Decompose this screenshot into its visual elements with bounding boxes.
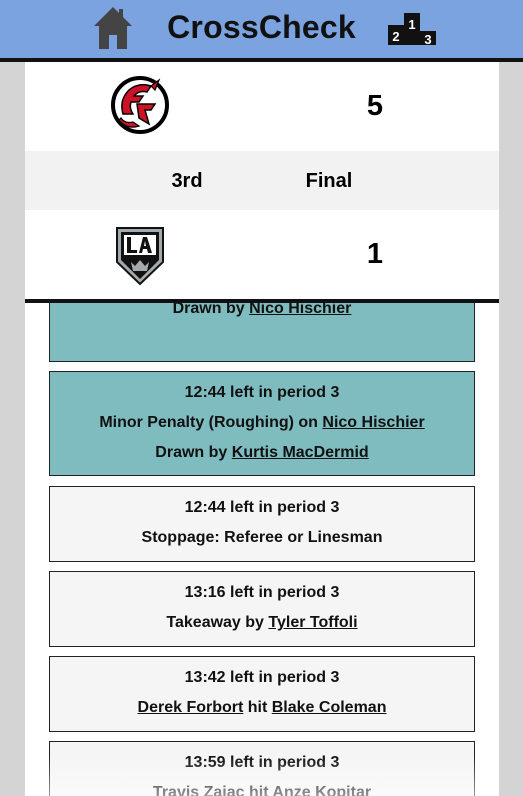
player-link[interactable]: Anze Kopitar: [272, 784, 371, 796]
event-time: 12:44 left in period 3: [50, 384, 474, 402]
player-link[interactable]: Travis Zajac: [153, 784, 245, 796]
play-by-play-feed[interactable]: Minor Penalty (Roughing) on Kurtis MacDe…: [25, 303, 499, 796]
event-text: Drawn by: [155, 444, 232, 461]
scoreboard: 5 3rd Final 1: [25, 62, 499, 299]
event-card: 13:42 left in period 3 Derek Forbort hit …: [49, 656, 475, 732]
event-description: Takeaway by Tyler Toffoli: [50, 614, 474, 632]
event-text: 12:44 left in period 3: [184, 384, 340, 401]
podium-icon: 2 1 3: [388, 13, 436, 47]
game-status-label: Final: [305, 170, 353, 192]
event-description: Travis Zajac hit Anze Kopitar: [50, 784, 474, 796]
event-text: hit: [243, 699, 272, 716]
event-description: Drawn by Nico Hischier: [50, 303, 474, 318]
penalty-event-card: Minor Penalty (Roughing) on Kurtis MacDe…: [49, 303, 475, 362]
away-score: 1: [366, 238, 384, 270]
event-card: 13:59 left in period 3 Travis Zajac hit A…: [49, 741, 475, 796]
player-link[interactable]: Tyler Toffoli: [268, 614, 357, 631]
game-status-row: 3rd Final: [25, 151, 499, 210]
app-title: CrossCheck: [167, 9, 356, 45]
event-text: Minor Penalty (Roughing) on: [99, 414, 323, 431]
scoreboard-divider: [25, 299, 499, 303]
event-text: Takeaway by: [166, 614, 269, 631]
event-description: Drawn by Kurtis MacDermid: [50, 444, 474, 462]
home-score: 5: [366, 90, 384, 122]
podium-place-2: 2: [392, 29, 399, 44]
kings-logo[interactable]: [109, 224, 171, 286]
event-text: hit: [244, 784, 273, 796]
standings-button[interactable]: 2 1 3: [386, 11, 438, 47]
event-description: Minor Penalty (Roughing) on Nico Hischie…: [50, 414, 474, 432]
home-team-row: 5: [25, 62, 499, 151]
event-text: 13:42 left in period 3: [184, 669, 340, 686]
penalty-event-card: 12:44 left in period 3 Minor Penalty (Rou…: [49, 371, 475, 476]
player-link[interactable]: Blake Coleman: [272, 699, 387, 716]
player-link[interactable]: Kurtis MacDermid: [232, 444, 369, 461]
event-time: 13:59 left in period 3: [50, 754, 474, 772]
event-text: Stoppage: Referee or Linesman: [141, 529, 383, 546]
app-header: CrossCheck 2 1 3: [0, 0, 523, 58]
event-text: Drawn by: [172, 303, 250, 317]
period-label: 3rd: [171, 170, 203, 192]
devils-logo[interactable]: [109, 74, 171, 136]
event-description: Derek Forbort hit Blake Coleman: [50, 699, 474, 717]
event-text: 13:59 left in period 3: [184, 754, 340, 771]
player-link[interactable]: Nico Hischier: [249, 303, 351, 317]
player-link[interactable]: Nico Hischier: [322, 414, 424, 431]
event-time: 13:16 left in period 3: [50, 584, 474, 602]
podium-place-1: 1: [408, 17, 415, 32]
event-time: 13:42 left in period 3: [50, 669, 474, 687]
event-card: 13:16 left in period 3 Takeaway by Tyler …: [49, 571, 475, 647]
event-card: 12:44 left in period 3 Stoppage: Referee …: [49, 486, 475, 562]
event-text: 12:44 left in period 3: [184, 499, 340, 516]
event-description: Stoppage: Referee or Linesman: [50, 529, 474, 547]
podium-place-3: 3: [424, 32, 431, 47]
event-time: 12:44 left in period 3: [50, 499, 474, 517]
player-link[interactable]: Derek Forbort: [138, 699, 244, 716]
event-text: 13:16 left in period 3: [184, 584, 340, 601]
game-page: 5 3rd Final 1 Minor Penalty (Roughing) o…: [25, 62, 499, 796]
away-team-row: 1: [25, 210, 499, 299]
